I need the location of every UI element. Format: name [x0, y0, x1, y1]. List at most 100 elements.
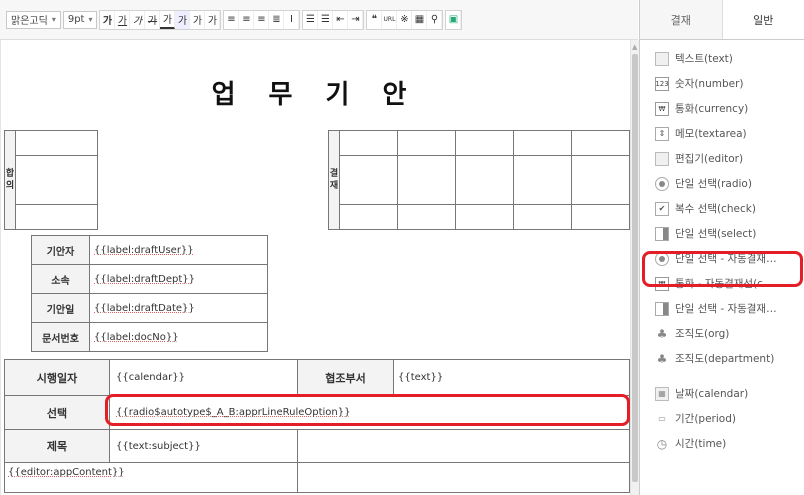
align-left-icon[interactable]: ≡: [224, 10, 240, 29]
exec-date-label: 시행일자: [4, 359, 110, 396]
highlight-color-button[interactable]: 가: [175, 10, 191, 29]
chevron-down-icon: ▾: [51, 15, 56, 24]
approval-cell[interactable]: [339, 130, 398, 156]
select-label: 선택: [4, 395, 110, 430]
approval-cell[interactable]: [397, 204, 456, 230]
scroll-up-icon[interactable]: ▲: [632, 43, 637, 51]
component-number[interactable]: 123 숫자(number): [640, 71, 804, 96]
font-size-select[interactable]: 9pt ▾: [62, 10, 98, 29]
approval-cell[interactable]: [397, 130, 456, 156]
align-center-icon[interactable]: ≡: [239, 10, 255, 29]
special-char-icon[interactable]: ※: [397, 10, 413, 29]
exec-date-value[interactable]: {{calendar}}: [109, 359, 298, 396]
drafter-info-table: 기안자 {{label:draftUser}} 소속 {{label:draft…: [31, 235, 268, 352]
component-label: 텍스트(text): [675, 53, 733, 65]
underline-button[interactable]: 가: [115, 10, 131, 29]
component-time[interactable]: ◷ 시간(time): [640, 431, 804, 456]
subject-value[interactable]: {{text:subject}}: [109, 429, 298, 463]
draft-date-template: {{label:draftDate}}: [94, 302, 195, 314]
ordered-list-icon[interactable]: ☰: [303, 10, 319, 29]
draft-date-value[interactable]: {{label:draftDate}}: [89, 293, 268, 323]
approval-cell[interactable]: [513, 130, 572, 156]
quote-icon[interactable]: ❝: [367, 10, 383, 29]
font-color-button[interactable]: 가: [160, 10, 176, 29]
approval-cell[interactable]: [455, 155, 514, 205]
content-value[interactable]: {{editor:appContent}}: [4, 462, 298, 493]
drafter-template: {{label:draftUser}}: [94, 244, 194, 256]
scrollbar-thumb[interactable]: [632, 54, 638, 482]
component-department[interactable]: ♣ 조직도(department): [640, 346, 804, 371]
component-label: 편집기(editor): [675, 153, 744, 165]
number-icon: 123: [655, 76, 669, 91]
bold-button[interactable]: 가: [100, 10, 116, 29]
align-justify-icon[interactable]: ≣: [269, 10, 285, 29]
approval-cell[interactable]: [513, 204, 572, 230]
component-panel: 결재 일반 텍스트(text) 123 숫자(number) ₩ 통화(curren…: [639, 0, 804, 495]
agreement-cell[interactable]: [15, 155, 98, 205]
approval-cell[interactable]: [571, 204, 630, 230]
drafter-label: 기안자: [31, 235, 90, 265]
component-select-auto[interactable]: 단일 선택 - 자동결재…: [640, 296, 804, 321]
align-right-icon[interactable]: ≡: [254, 10, 270, 29]
agreement-cell[interactable]: [15, 130, 98, 156]
unordered-list-icon[interactable]: ☰: [318, 10, 334, 29]
approval-cell[interactable]: [513, 155, 572, 205]
component-label: 조직도(department): [675, 353, 775, 365]
component-label: 메모(textarea): [675, 128, 747, 140]
component-org[interactable]: ♣ 조직도(org): [640, 321, 804, 346]
memo-icon: ⇕: [655, 126, 669, 141]
select-icon: [655, 301, 669, 316]
agreement-cell[interactable]: [15, 204, 98, 230]
search-icon[interactable]: ⚲: [427, 10, 443, 29]
approval-cell[interactable]: [339, 155, 398, 205]
table-icon[interactable]: ▦: [412, 10, 428, 29]
strikethrough-button[interactable]: 가: [145, 10, 161, 29]
main-form-table: 시행일자 {{calendar}} 협조부서 {{text}} 선택 {{rad…: [4, 359, 630, 493]
align-group: ≡ ≡ ≡ ≣ I: [223, 9, 301, 30]
empty-cell[interactable]: [297, 462, 630, 493]
department-template: {{label:draftDept}}: [94, 273, 195, 285]
image-icon[interactable]: ▣: [446, 10, 462, 29]
italic-button[interactable]: 가: [130, 10, 146, 29]
approval-cell[interactable]: [571, 155, 630, 205]
font-family-value: 맑은고딕: [11, 16, 48, 27]
drafter-value[interactable]: {{label:draftUser}}: [89, 235, 268, 265]
indent-icon[interactable]: ⇥: [348, 10, 364, 29]
approval-cell[interactable]: [455, 204, 514, 230]
approval-cell[interactable]: [571, 130, 630, 156]
link-icon[interactable]: URL: [382, 10, 398, 29]
component-currency[interactable]: ₩ 통화(currency): [640, 96, 804, 121]
doc-no-value[interactable]: {{label:docNo}}: [89, 322, 268, 352]
superscript-button[interactable]: 가: [190, 10, 206, 29]
tab-general[interactable]: 일반: [721, 0, 804, 39]
component-select[interactable]: 단일 선택(select): [640, 221, 804, 246]
component-calendar[interactable]: ▦ 날짜(calendar): [640, 381, 804, 406]
tab-approval[interactable]: 결재: [640, 0, 722, 39]
approval-cell[interactable]: [455, 130, 514, 156]
department-value[interactable]: {{label:draftDept}}: [89, 264, 268, 294]
component-memo[interactable]: ⇕ 메모(textarea): [640, 121, 804, 146]
content-template: {{editor:appContent}}: [8, 467, 125, 478]
component-label: 기간(period): [675, 413, 736, 425]
org-chart-icon: ♣: [656, 351, 668, 366]
text-field-icon: [655, 51, 669, 66]
vertical-scrollbar[interactable]: ▲: [630, 40, 639, 495]
component-period[interactable]: ▭ 기간(period): [640, 406, 804, 431]
component-radio[interactable]: 단일 선택(radio): [640, 171, 804, 196]
component-checkbox[interactable]: ✔ 복수 선택(check): [640, 196, 804, 221]
agreement-label: 합 의: [4, 130, 16, 230]
outdent-icon[interactable]: ⇤: [333, 10, 349, 29]
editor-toolbar: 맑은고딕 ▾ 9pt ▾ 가 가 가 가 가 가 가 가 ≡ ≡ ≡ ≣ I ☰ ☰…: [0, 0, 638, 40]
approval-cell[interactable]: [339, 204, 398, 230]
approval-cell[interactable]: [397, 155, 456, 205]
component-text[interactable]: 텍스트(text): [640, 46, 804, 71]
component-editor[interactable]: 편집기(editor): [640, 146, 804, 171]
font-family-select[interactable]: 맑은고딕 ▾: [6, 10, 61, 29]
subscript-button[interactable]: 가: [205, 10, 221, 29]
editor-icon: [655, 151, 669, 166]
coop-dept-value[interactable]: {{text}}: [393, 359, 630, 396]
department-label: 소속: [31, 264, 90, 294]
empty-cell[interactable]: [297, 429, 630, 463]
line-height-icon[interactable]: I: [284, 10, 300, 29]
